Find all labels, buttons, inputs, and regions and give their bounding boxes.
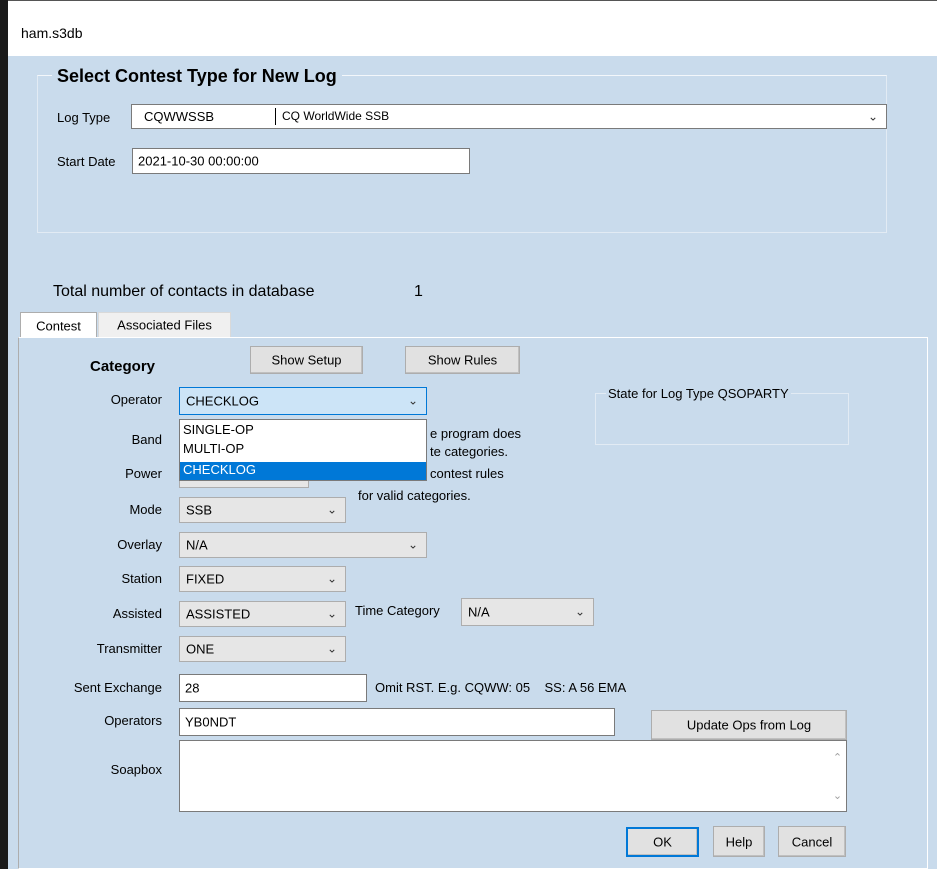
operator-select[interactable]: CHECKLOG ⌄ <box>179 387 427 415</box>
tab-associated-files[interactable]: Associated Files <box>98 312 231 337</box>
operators-label: Operators <box>104 713 162 728</box>
chevron-down-icon: ⌄ <box>326 502 337 517</box>
tab-contest[interactable]: Contest <box>20 312 97 338</box>
log-type-name: CQ WorldWide SSB <box>282 109 390 123</box>
time-category-select[interactable]: N/A ⌄ <box>461 598 594 626</box>
transmitter-label: Transmitter <box>96 641 162 656</box>
state-groupbox-label: State for Log Type QSOPARTY <box>606 386 791 401</box>
contest-select-title: Select Contest Type for New Log <box>52 66 342 87</box>
category-info-line-4: for valid categories. <box>358 488 471 503</box>
show-rules-button[interactable]: Show Rules <box>405 346 520 374</box>
sent-exchange-label: Sent Exchange <box>73 680 162 695</box>
category-info-line-2: te categories. <box>430 444 509 459</box>
start-date-label: Start Date <box>57 154 116 169</box>
total-contacts-value: 1 <box>414 283 423 300</box>
chevron-down-icon: ⌄ <box>407 537 418 552</box>
log-type-label: Log Type <box>57 110 111 125</box>
category-info-line-1: e program does <box>430 426 522 441</box>
start-date-input[interactable]: 2021-10-30 00:00:00 <box>132 148 470 174</box>
operator-label: Operator <box>110 392 162 407</box>
sent-exchange-hint: Omit RST. E.g. CQWW: 05 SS: A 56 EMA <box>375 680 627 695</box>
mode-select[interactable]: SSB ⌄ <box>179 497 346 523</box>
station-label: Station <box>121 571 162 586</box>
show-setup-button[interactable]: Show Setup <box>250 346 363 374</box>
soapbox-label: Soapbox <box>110 762 162 777</box>
title-bar[interactable]: ham.s3db <box>8 6 937 56</box>
cancel-button[interactable]: Cancel <box>778 826 846 857</box>
log-type-select[interactable]: CQWWSSB CQ WorldWide SSB ⌄ <box>131 104 887 129</box>
update-ops-from-log-button[interactable]: Update Ops from Log <box>651 710 847 740</box>
log-type-code: CQWWSSB <box>144 109 215 124</box>
scroll-down-arrow-icon[interactable]: ⌄ <box>829 789 846 802</box>
operator-dropdown-list[interactable]: SINGLE-OP MULTI-OP CHECKLOG <box>179 419 427 481</box>
scroll-up-arrow-icon[interactable]: ⌃ <box>829 751 846 764</box>
operator-option-selected[interactable]: CHECKLOG <box>180 462 426 480</box>
soapbox-scrollbar[interactable]: ⌃ ⌄ <box>829 741 846 811</box>
chevron-down-icon: ⌄ <box>326 606 337 621</box>
ok-button[interactable]: OK <box>626 827 699 857</box>
window-title: ham.s3db <box>21 25 83 41</box>
chevron-down-icon: ⌄ <box>326 571 337 586</box>
log-type-column-divider <box>275 108 276 125</box>
operators-input[interactable]: YB0NDT <box>179 708 615 736</box>
transmitter-select[interactable]: ONE ⌄ <box>179 636 346 662</box>
total-contacts-label: Total number of contacts in database <box>53 283 315 300</box>
overlay-label: Overlay <box>117 537 162 552</box>
operator-option[interactable]: MULTI-OP <box>180 441 426 457</box>
category-heading: Category <box>90 358 156 375</box>
assisted-label: Assisted <box>112 606 162 621</box>
band-label: Band <box>131 432 162 447</box>
help-button[interactable]: Help <box>713 826 765 857</box>
chevron-down-icon: ⌄ <box>407 393 418 408</box>
station-select[interactable]: FIXED ⌄ <box>179 566 346 592</box>
power-label: Power <box>125 466 162 481</box>
mode-label: Mode <box>129 502 162 517</box>
soapbox-textarea[interactable]: ⌃ ⌄ <box>179 740 847 812</box>
category-info-line-3: contest rules <box>430 466 504 481</box>
sent-exchange-input[interactable]: 28 <box>179 674 367 702</box>
operator-option[interactable]: SINGLE-OP <box>180 422 426 438</box>
chevron-down-icon: ⌄ <box>867 108 878 123</box>
chevron-down-icon: ⌄ <box>326 641 337 656</box>
chevron-down-icon: ⌄ <box>574 604 585 619</box>
overlay-select[interactable]: N/A ⌄ <box>179 532 427 558</box>
assisted-select[interactable]: ASSISTED ⌄ <box>179 601 346 627</box>
time-category-label: Time Category <box>355 603 440 618</box>
window-left-edge <box>0 0 8 869</box>
